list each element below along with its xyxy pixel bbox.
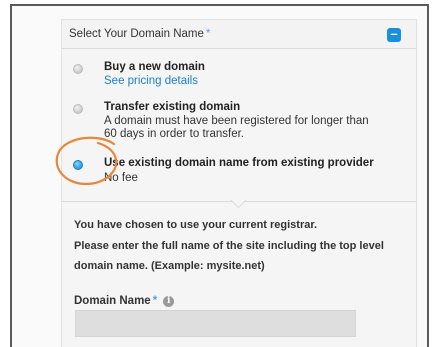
option-description-line1: A domain must have been registered for l… (104, 115, 369, 127)
option-description: No fee (104, 172, 138, 184)
option-title: Transfer existing domain (104, 101, 241, 113)
radio-use-existing-domain[interactable] (73, 160, 83, 170)
required-asterisk: * (152, 295, 158, 307)
radio-transfer-domain[interactable] (73, 104, 83, 114)
radio-buy-new-domain[interactable] (73, 64, 83, 74)
option-title: Use existing domain name from existing p… (104, 157, 374, 169)
panel-title-text: Select Your Domain Name (69, 28, 204, 40)
registrar-info-line1: You have chosen to use your current regi… (74, 219, 318, 231)
option-title: Buy a new domain (104, 61, 205, 73)
pointer-caret (230, 192, 247, 209)
option-use-existing-domain[interactable]: Use existing domain name from existing p… (62, 155, 416, 191)
domain-selection-panel: Select Your Domain Name * – Buy a new dom… (61, 19, 417, 347)
registrar-info-line3: domain name. (Example: mysite.net) (74, 260, 265, 272)
domain-name-input[interactable] (75, 310, 356, 337)
window-frame: Select Your Domain Name * – Buy a new dom… (10, 4, 429, 347)
panel-title: Select Your Domain Name * (69, 28, 210, 40)
pricing-details-link[interactable]: See pricing details (104, 75, 198, 87)
option-buy-new-domain[interactable]: Buy a new domain See pricing details (62, 57, 416, 93)
minus-icon: – (390, 26, 398, 41)
info-icon[interactable]: i (163, 296, 175, 307)
option-description-line2: 60 days in order to transfer. (104, 128, 244, 140)
domain-name-label-text: Domain Name (74, 295, 151, 307)
collapse-button[interactable]: – (387, 26, 401, 42)
registrar-info-line2: Please enter the full name of the site i… (74, 240, 384, 252)
required-asterisk: * (205, 28, 211, 40)
option-transfer-domain[interactable]: Transfer existing domain A domain must h… (62, 99, 416, 149)
panel-header: Select Your Domain Name * – (62, 20, 416, 49)
domain-name-label: Domain Name * i (74, 295, 175, 307)
